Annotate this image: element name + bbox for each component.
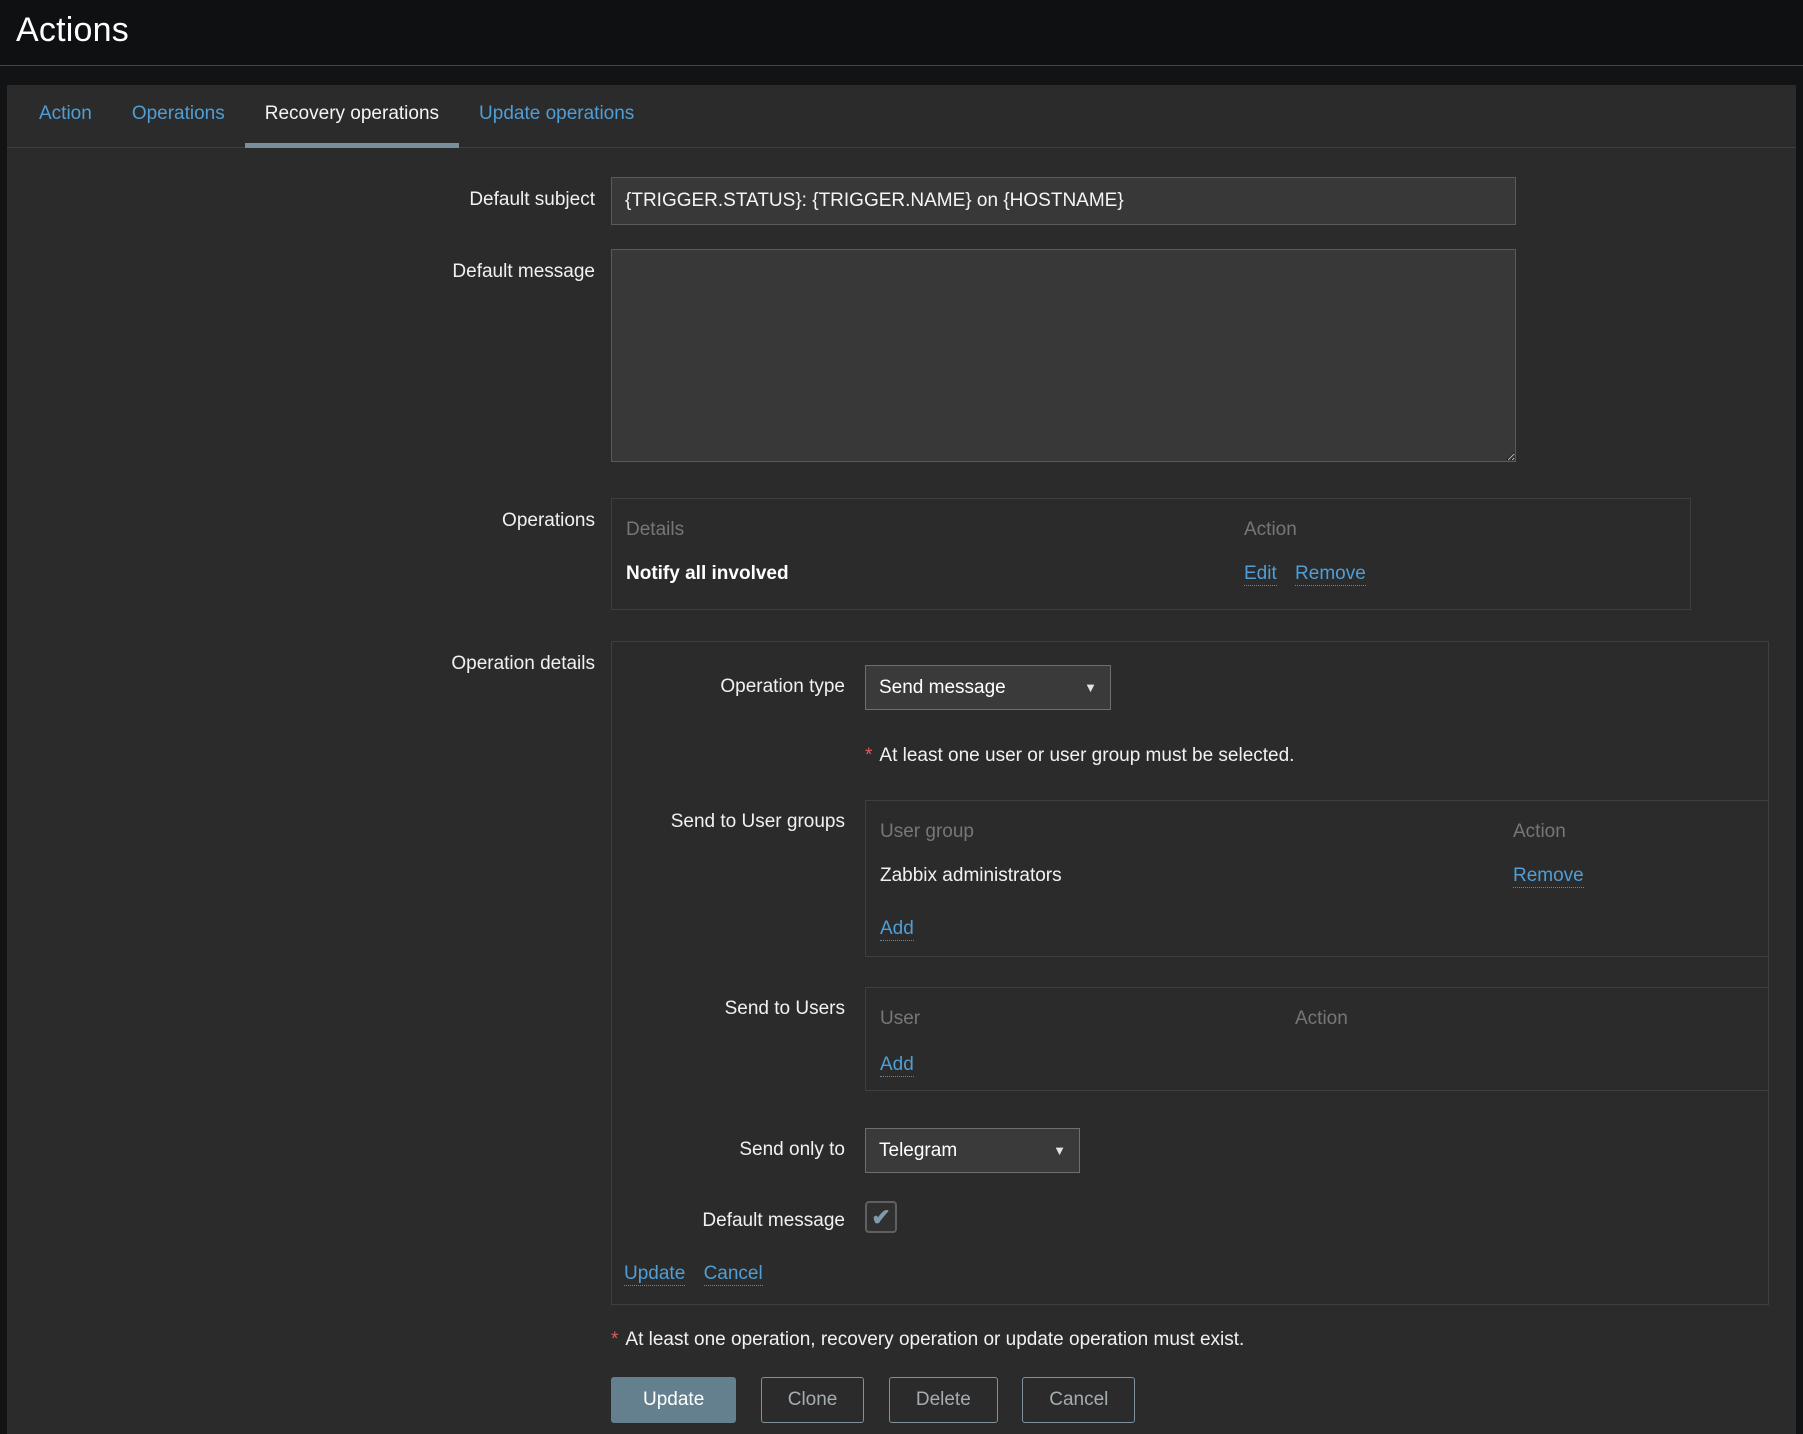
operations-col-action: Action bbox=[1244, 519, 1676, 541]
footer-warning-row: *At least one operation, recovery operat… bbox=[7, 1305, 1796, 1351]
cancel-button[interactable]: Cancel bbox=[1022, 1377, 1135, 1423]
tab-action[interactable]: Action bbox=[19, 85, 112, 148]
send-only-to-row: Send only to Telegram ▼ bbox=[612, 1128, 1768, 1173]
users-table: User Action Add bbox=[865, 987, 1769, 1091]
send-to-users-row: Send to Users User Action Add bbox=[612, 987, 1768, 1091]
inline-update-link[interactable]: Update bbox=[624, 1263, 685, 1286]
footer-buttons-row: Update Clone Delete Cancel bbox=[7, 1377, 1796, 1423]
default-message-checkbox-label: Default message bbox=[612, 1199, 845, 1232]
user-group-remove-link[interactable]: Remove bbox=[1513, 865, 1584, 888]
default-message-row: Default message bbox=[7, 249, 1796, 467]
operation-type-row: Operation type Send message ▼ bbox=[612, 665, 1768, 710]
default-subject-input[interactable] bbox=[611, 177, 1516, 225]
users-col-user: User bbox=[880, 1008, 1295, 1030]
users-col-action: Action bbox=[1295, 1008, 1754, 1030]
tab-recovery-operations[interactable]: Recovery operations bbox=[245, 85, 459, 148]
operation-details-box: Operation type Send message ▼ bbox=[611, 641, 1769, 1305]
actions-page: Actions Action Operations Recovery opera… bbox=[0, 0, 1803, 1434]
operations-table-header: Details Action bbox=[626, 519, 1676, 541]
clone-button[interactable]: Clone bbox=[761, 1377, 865, 1423]
operation-type-select[interactable]: Send message ▼ bbox=[865, 665, 1111, 710]
user-groups-col-group: User group bbox=[880, 821, 1513, 843]
operations-col-details: Details bbox=[626, 519, 1244, 541]
send-to-user-groups-row: Send to User groups User group Action Za… bbox=[612, 800, 1768, 957]
tab-bar: Action Operations Recovery operations Up… bbox=[7, 85, 1796, 148]
user-groups-col-action: Action bbox=[1513, 821, 1754, 843]
footer-required-asterisk: * bbox=[611, 1329, 625, 1350]
send-to-users-label: Send to Users bbox=[612, 987, 845, 1020]
send-only-to-label: Send only to bbox=[612, 1128, 845, 1161]
page-header: Actions bbox=[0, 0, 1803, 66]
operations-label: Operations bbox=[7, 498, 595, 532]
operation-details-row: Operation details Operation type Send me… bbox=[7, 641, 1796, 1305]
update-button[interactable]: Update bbox=[611, 1377, 736, 1423]
operations-table: Details Action Notify all involved Edit … bbox=[611, 498, 1691, 610]
operation-details-label: Operation details bbox=[7, 641, 595, 675]
operation-row-details: Notify all involved bbox=[626, 563, 1244, 585]
operation-table-row: Notify all involved Edit Remove bbox=[626, 563, 1676, 585]
default-message-textarea[interactable] bbox=[611, 249, 1516, 462]
default-message-checkbox[interactable]: ✔ bbox=[865, 1201, 897, 1233]
send-to-user-groups-label: Send to User groups bbox=[612, 800, 845, 833]
send-only-to-value: Telegram bbox=[879, 1140, 957, 1162]
chevron-down-icon: ▼ bbox=[1084, 680, 1097, 695]
page-title: Actions bbox=[16, 11, 1803, 50]
footer-warning-text: At least one operation, recovery operati… bbox=[625, 1329, 1244, 1350]
send-only-to-select[interactable]: Telegram ▼ bbox=[865, 1128, 1080, 1173]
user-group-row: Zabbix administrators Remove bbox=[880, 865, 1754, 891]
tab-update-operations[interactable]: Update operations bbox=[459, 85, 654, 148]
operations-row: Operations Details Action Notify all inv… bbox=[7, 498, 1796, 610]
tab-operations[interactable]: Operations bbox=[112, 85, 245, 148]
user-group-name: Zabbix administrators bbox=[880, 865, 1513, 887]
operation-type-value: Send message bbox=[879, 677, 1006, 699]
operation-remove-link[interactable]: Remove bbox=[1295, 563, 1366, 586]
recovery-operations-form: Default subject Default message Operatio… bbox=[7, 148, 1796, 1423]
user-groups-table-header: User group Action bbox=[880, 821, 1754, 843]
operation-edit-link[interactable]: Edit bbox=[1244, 563, 1277, 586]
default-message-label: Default message bbox=[7, 249, 595, 283]
required-note-row: *At least one user or user group must be… bbox=[612, 743, 1768, 767]
user-groups-table: User group Action Zabbix administrators … bbox=[865, 800, 1769, 957]
default-subject-row: Default subject bbox=[7, 177, 1796, 225]
content-panel: Action Operations Recovery operations Up… bbox=[7, 85, 1796, 1434]
required-note-text: At least one user or user group must be … bbox=[879, 745, 1294, 766]
chevron-down-icon: ▼ bbox=[1053, 1143, 1066, 1158]
required-asterisk: * bbox=[865, 745, 879, 766]
default-subject-label: Default subject bbox=[7, 177, 595, 211]
add-user-link[interactable]: Add bbox=[880, 1054, 914, 1077]
users-table-header: User Action bbox=[880, 1008, 1754, 1030]
operation-type-label: Operation type bbox=[612, 665, 845, 698]
add-user-group-link[interactable]: Add bbox=[880, 918, 914, 941]
delete-button[interactable]: Delete bbox=[889, 1377, 998, 1423]
check-icon: ✔ bbox=[871, 1206, 890, 1229]
inline-links-row: Update Cancel bbox=[624, 1263, 1768, 1285]
default-message-checkbox-row: Default message ✔ bbox=[612, 1199, 1768, 1233]
inline-cancel-link[interactable]: Cancel bbox=[704, 1263, 763, 1286]
